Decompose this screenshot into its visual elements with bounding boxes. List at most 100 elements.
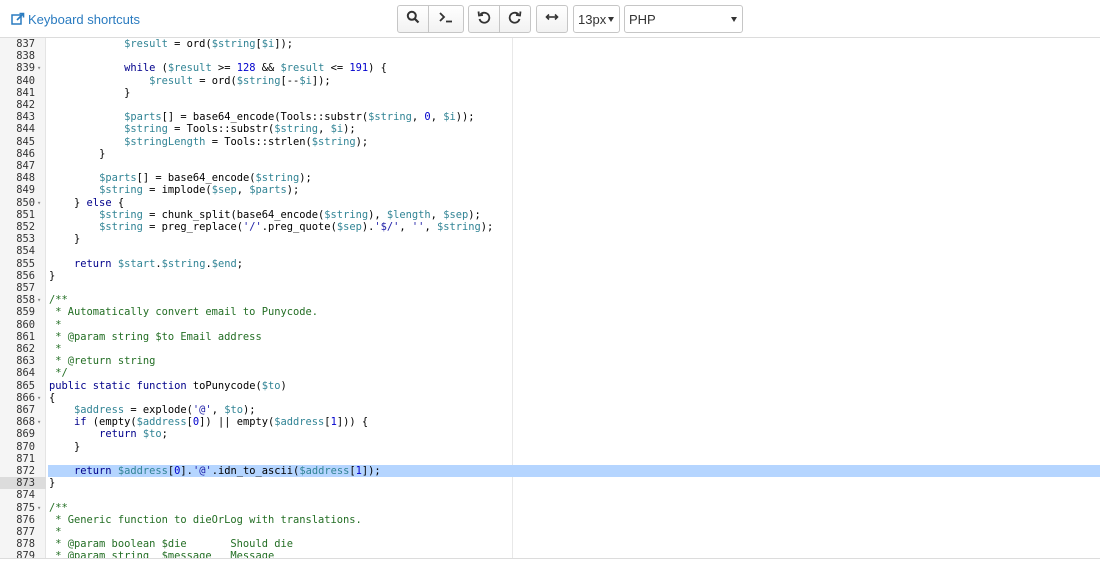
- font-size-select[interactable]: 13px: [573, 5, 620, 33]
- code-line[interactable]: 847: [0, 160, 1100, 172]
- code-line[interactable]: 842: [0, 99, 1100, 111]
- code-line[interactable]: 876 * Generic function to dieOrLog with …: [0, 514, 1100, 526]
- search-button[interactable]: [397, 5, 429, 33]
- fold-arrow-icon[interactable]: ▾: [37, 392, 41, 404]
- line-number: 846: [16, 147, 35, 160]
- fold-arrow-icon[interactable]: ▾: [37, 502, 41, 514]
- font-size-value: 13px: [578, 11, 607, 27]
- code-line[interactable]: 879 * @param string $message Message: [0, 550, 1100, 558]
- code-text: } else {: [74, 196, 125, 209]
- code-line[interactable]: 869 return $to;: [0, 428, 1100, 440]
- code-text: {: [49, 391, 56, 404]
- code-line[interactable]: 843 $parts[] = base64_encode(Tools::subst…: [0, 111, 1100, 123]
- editor-bottom-border: [0, 558, 1100, 559]
- code-line[interactable]: 867 $address = explode('@', $to);: [0, 404, 1100, 416]
- line-number: 848: [16, 172, 35, 185]
- line-number: 876: [16, 513, 35, 526]
- line-number: 852: [16, 221, 35, 233]
- code-line[interactable]: 873}: [0, 477, 1100, 490]
- code-text: }: [99, 147, 106, 160]
- code-text: public static function toPunycode($to): [49, 379, 287, 392]
- code-line[interactable]: 854: [0, 245, 1100, 257]
- code-text: if (empty($address[0]) || empty($address…: [74, 416, 369, 429]
- code-text: * @param string $to Email address: [49, 330, 262, 343]
- code-line[interactable]: 874: [0, 489, 1100, 501]
- code-line[interactable]: 857: [0, 282, 1100, 294]
- wrap-toggle-button[interactable]: [536, 5, 568, 33]
- code-line[interactable]: 841}: [0, 87, 1100, 99]
- line-number: 862: [16, 343, 35, 355]
- line-number: 874: [16, 489, 35, 502]
- code-line[interactable]: 848 $parts[] = base64_encode($string);: [0, 172, 1100, 184]
- fold-arrow-icon[interactable]: ▾: [37, 62, 41, 74]
- code-line[interactable]: 839 ▾ while ($result >= 128 && $result <= …: [0, 62, 1100, 74]
- line-number: 850: [16, 196, 35, 209]
- keyboard-shortcuts-label: Keyboard shortcuts: [28, 11, 141, 27]
- line-number: 847: [16, 160, 35, 172]
- code-line[interactable]: 863 * @return string: [0, 355, 1100, 367]
- code-line[interactable]: 844 $string = Tools::substr($string, $i);: [0, 123, 1100, 135]
- code-line[interactable]: 852 $string = preg_replace('/'.preg_quote…: [0, 221, 1100, 233]
- chevron-down-icon: [731, 17, 737, 22]
- line-number: 853: [16, 233, 35, 246]
- external-edit-icon: [11, 12, 25, 26]
- code-line[interactable]: 849 $string = implode($sep, $parts);: [0, 184, 1100, 196]
- code-editor[interactable]: 837 $result = ord($string[$i]); 838 839 ▾ whi…: [0, 38, 1100, 558]
- code-line[interactable]: 840 $result = ord($string[--$i]);: [0, 75, 1100, 87]
- line-number: 879: [16, 550, 35, 558]
- code-line[interactable]: 875 ▾ /**: [0, 502, 1100, 514]
- code-line[interactable]: 872 return $address[0].'@'.idn_to_ascii($…: [0, 465, 1100, 478]
- code-line[interactable]: 846}: [0, 148, 1100, 160]
- line-number: 842: [16, 99, 35, 111]
- line-number: 855: [16, 257, 35, 270]
- code-line[interactable]: 859 * Automatically convert email to Pun…: [0, 306, 1100, 318]
- code-line[interactable]: 868 ▾ if (empty($address[0]) || empty($add…: [0, 416, 1100, 428]
- terminal-button[interactable]: [428, 5, 464, 33]
- line-number: 857: [16, 282, 35, 294]
- line-number: 868: [16, 416, 35, 429]
- line-number: 849: [16, 184, 35, 197]
- fold-arrow-icon[interactable]: ▾: [37, 294, 41, 306]
- line-number: 837: [16, 38, 35, 50]
- code-line[interactable]: 851 $string = chunk_split(base64_encode($…: [0, 209, 1100, 221]
- code-line[interactable]: 837 $result = ord($string[$i]);: [0, 38, 1100, 50]
- code-line[interactable]: 870}: [0, 441, 1100, 453]
- line-number: 858: [16, 294, 35, 307]
- language-value: PHP: [629, 11, 656, 27]
- code-line[interactable]: 877 *: [0, 526, 1100, 538]
- code-line[interactable]: 845 $stringLength = Tools::strlen($string…: [0, 136, 1100, 148]
- keyboard-shortcuts-link[interactable]: Keyboard shortcuts: [11, 11, 140, 27]
- code-line[interactable]: 860 *: [0, 319, 1100, 331]
- undo-button[interactable]: [468, 5, 500, 33]
- code-text: }: [74, 440, 81, 453]
- language-select[interactable]: PHP: [624, 5, 743, 33]
- code-text: *: [49, 343, 62, 355]
- code-text: *: [49, 318, 62, 331]
- code-text: * Generic function to dieOrLog with tran…: [49, 513, 362, 526]
- code-line[interactable]: 871: [0, 453, 1100, 465]
- code-line[interactable]: 838: [0, 50, 1100, 62]
- code-text: while ($result >= 128 && $result <= 191)…: [124, 62, 387, 75]
- code-line[interactable]: 866 ▾ {: [0, 392, 1100, 404]
- line-number: 871: [16, 452, 35, 465]
- code-text: }: [124, 86, 131, 99]
- code-line[interactable]: 853}: [0, 233, 1100, 245]
- fold-arrow-icon[interactable]: ▾: [37, 416, 41, 428]
- code-line[interactable]: 858 ▾ /**: [0, 294, 1100, 306]
- code-line[interactable]: 856}: [0, 270, 1100, 282]
- code-line[interactable]: 850 ▾ } else {: [0, 197, 1100, 209]
- redo-icon: [508, 10, 522, 29]
- fold-arrow-icon[interactable]: ▾: [37, 197, 41, 209]
- code-line[interactable]: 861 * @param string $to Email address: [0, 331, 1100, 343]
- line-number: 844: [16, 123, 35, 136]
- code-text: $stringLength = Tools::strlen($string);: [124, 135, 369, 148]
- line-number: 867: [16, 404, 35, 416]
- code-line[interactable]: 878 * @param boolean $die Should die: [0, 538, 1100, 550]
- code-text: $string = Tools::substr($string, $i);: [124, 123, 356, 136]
- code-line[interactable]: 865 public static function toPunycode($to…: [0, 380, 1100, 392]
- redo-button[interactable]: [499, 5, 531, 33]
- code-line[interactable]: 862 *: [0, 343, 1100, 355]
- undo-icon: [477, 10, 491, 29]
- code-line[interactable]: 864 */: [0, 367, 1100, 379]
- code-line[interactable]: 855 return $start.$string.$end;: [0, 258, 1100, 270]
